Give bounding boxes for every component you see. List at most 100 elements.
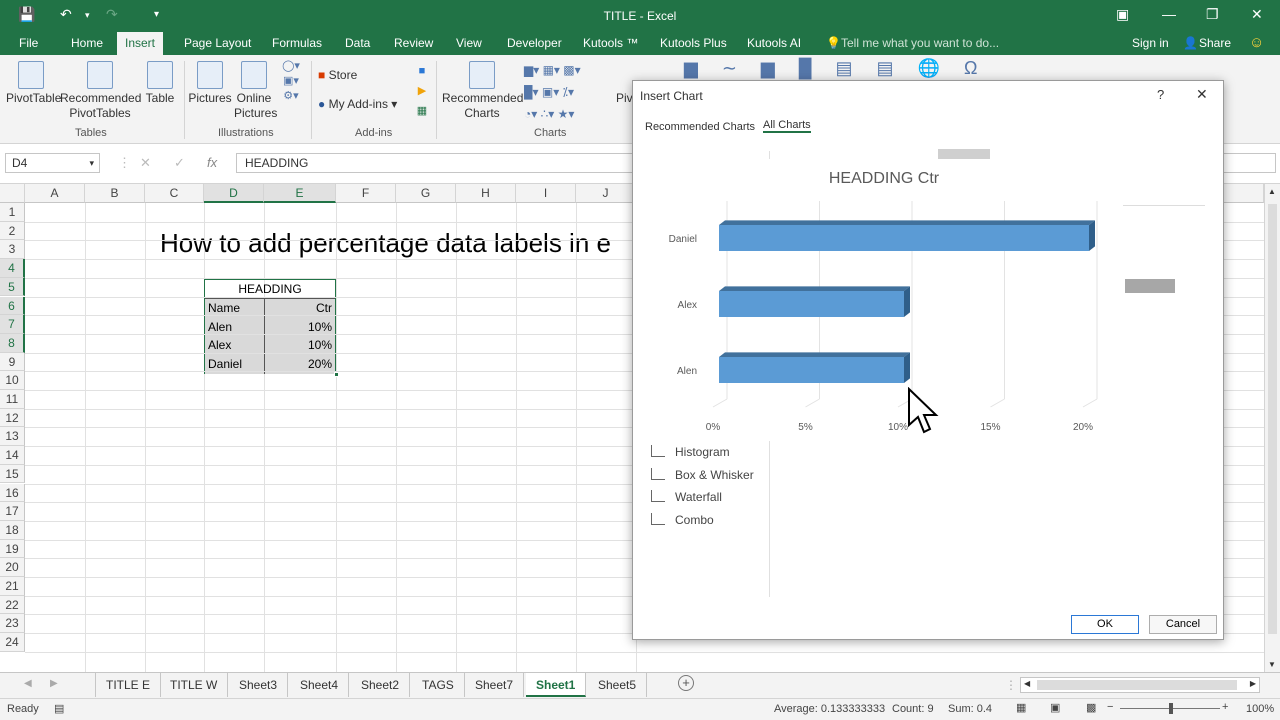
column-header-b[interactable]: B	[85, 184, 145, 203]
column-header-i[interactable]: I	[516, 184, 576, 203]
other-ribbon-icons[interactable]: ▆∼▆█▤▤🌐Ω	[684, 59, 1264, 77]
data-table[interactable]: HEADDING Name Ctr Alen 10% Alex 10% Dani…	[204, 279, 339, 377]
pictures-button[interactable]: Pictures	[188, 61, 232, 106]
row-header[interactable]: 13	[0, 427, 25, 447]
row-header[interactable]: 16	[0, 483, 25, 503]
store-button[interactable]: ■ Store	[318, 68, 408, 83]
new-sheet-icon[interactable]: +	[678, 675, 694, 691]
gallery-thumbnail[interactable]	[938, 149, 990, 159]
sheet-tab[interactable]: Sheet5	[588, 673, 648, 697]
scroll-down-icon[interactable]: ▼	[1268, 660, 1276, 669]
tab-recommended-charts[interactable]: Recommended Charts	[645, 121, 755, 133]
row-header[interactable]: 5	[0, 277, 25, 297]
recommended-pivottables-button[interactable]: Recommended PivotTables	[60, 61, 141, 121]
tab-insert[interactable]: Insert	[117, 32, 164, 55]
sheet-tab[interactable]: TITLE E	[96, 673, 162, 697]
row-header[interactable]: 20	[0, 558, 25, 577]
table-button[interactable]: Table	[144, 61, 176, 106]
feedback-smiley-icon[interactable]: ☺	[1249, 34, 1264, 51]
share-button[interactable]: Share	[1199, 36, 1231, 50]
dialog-help-icon[interactable]: ?	[1157, 87, 1164, 102]
row-header[interactable]: 19	[0, 539, 25, 559]
cancel-icon[interactable]: ✕	[140, 155, 151, 171]
tab-view[interactable]: View	[456, 36, 482, 50]
column-header-e[interactable]: E	[264, 184, 336, 203]
row-header[interactable]: 6	[0, 296, 25, 316]
tab-developer[interactable]: Developer	[507, 36, 562, 50]
row-header[interactable]: 24	[0, 633, 25, 652]
cell-ctr[interactable]: 20%	[265, 355, 335, 373]
column-header-h[interactable]: H	[456, 184, 516, 203]
column-header-f[interactable]: F	[336, 184, 396, 203]
sheet-tab[interactable]: Sheet7	[465, 673, 525, 697]
row-header[interactable]: 11	[0, 390, 25, 409]
tab-formulas[interactable]: Formulas	[272, 36, 322, 50]
vertical-scrollbar[interactable]: ▲ ▼	[1264, 184, 1280, 672]
chart-type-histogram[interactable]: Histogram	[651, 445, 730, 459]
dialog-close-icon[interactable]: ✕	[1196, 86, 1208, 103]
tab-file[interactable]: File	[19, 36, 38, 50]
row-header[interactable]: 14	[0, 446, 25, 465]
share-icon[interactable]: 👤	[1183, 36, 1198, 50]
chart-type-box-whisker[interactable]: Box & Whisker	[651, 468, 754, 482]
tab-data[interactable]: Data	[345, 36, 370, 50]
tab-kutools-plus[interactable]: Kutools Plus	[660, 36, 727, 50]
addin-apps-icon[interactable]: ■ ▶ ▦	[414, 61, 430, 121]
pivotchart-partial-label[interactable]: Piv	[616, 91, 633, 106]
ok-button[interactable]: OK	[1071, 615, 1139, 634]
sheet-tab[interactable]: Sheet3	[229, 673, 289, 697]
horizontal-scroll-thumb[interactable]	[1037, 680, 1237, 690]
enter-icon[interactable]: ✓	[174, 155, 185, 171]
tab-kutools[interactable]: Kutools ™	[583, 36, 638, 50]
chart-type-icons[interactable]: ▆▾ ▦▾ ▩▾ █▾ ▣▾ ⁒▾ ◔▾ ∴▾ ★▾	[524, 59, 614, 125]
cancel-button[interactable]: Cancel	[1149, 615, 1217, 634]
scroll-up-icon[interactable]: ▲	[1268, 187, 1276, 196]
tab-page-layout[interactable]: Page Layout	[184, 36, 251, 50]
page-break-view-icon[interactable]: ▩	[1086, 701, 1096, 714]
select-all-corner[interactable]	[0, 184, 25, 203]
next-sheet-icon[interactable]: ▶	[50, 678, 58, 689]
tab-review[interactable]: Review	[394, 36, 433, 50]
row-header[interactable]: 15	[0, 464, 25, 484]
scroll-right-icon[interactable]: ▶	[1250, 679, 1256, 688]
tab-all-charts[interactable]: All Charts	[763, 119, 811, 133]
macro-record-icon[interactable]: ▤	[54, 702, 64, 715]
ribbon-display-options-icon[interactable]: ▣	[1116, 6, 1129, 23]
zoom-slider-thumb[interactable]	[1169, 703, 1173, 714]
gallery-thumbnail[interactable]	[1125, 279, 1175, 293]
column-header-a[interactable]: A	[25, 184, 85, 203]
row-header[interactable]: 21	[0, 577, 25, 596]
normal-view-icon[interactable]: ▦	[1016, 701, 1026, 714]
online-pictures-button[interactable]: Online Pictures	[234, 61, 277, 121]
horizontal-scrollbar[interactable]: ◀ ▶	[1020, 677, 1260, 693]
name-box-dropdown-icon[interactable]: ▾	[89, 158, 94, 169]
row-header[interactable]: 18	[0, 520, 25, 540]
my-addins-button[interactable]: ● My Add-ins ▾	[318, 97, 413, 112]
cell-name[interactable]: Daniel	[205, 355, 264, 373]
scroll-thumb[interactable]	[1268, 204, 1277, 634]
row-header[interactable]: 12	[0, 408, 25, 428]
minimize-icon[interactable]: —	[1162, 6, 1176, 22]
row-header[interactable]: 10	[0, 371, 25, 390]
row-header[interactable]: 9	[0, 352, 25, 372]
recommended-charts-button[interactable]: Recommended Charts	[442, 61, 523, 121]
row-header[interactable]: 17	[0, 502, 25, 521]
name-box[interactable]: D4 ▾	[5, 153, 100, 173]
tab-split-icon[interactable]: ⋮	[1005, 678, 1017, 692]
chart-type-combo[interactable]: Combo	[651, 513, 714, 527]
status-sum[interactable]: Sum: 0.4	[948, 703, 992, 715]
column-header-j[interactable]: J	[576, 184, 636, 203]
row-header[interactable]: 23	[0, 614, 25, 634]
zoom-level[interactable]: 100%	[1246, 703, 1274, 715]
chart-type-waterfall[interactable]: Waterfall	[651, 490, 722, 504]
tell-me-search[interactable]: Tell me what you want to do...	[841, 36, 999, 50]
fill-handle[interactable]	[334, 372, 339, 377]
status-average[interactable]: Average: 0.133333333	[774, 703, 885, 715]
column-header-c[interactable]: C	[145, 184, 204, 203]
column-header-d[interactable]: D	[204, 184, 264, 203]
tab-home[interactable]: Home	[71, 36, 103, 50]
scroll-left-icon[interactable]: ◀	[1024, 679, 1030, 688]
tab-kutools-ai[interactable]: Kutools AI	[747, 36, 801, 50]
insert-function-icon[interactable]: fx	[207, 155, 217, 170]
sign-in-link[interactable]: Sign in	[1132, 36, 1169, 50]
